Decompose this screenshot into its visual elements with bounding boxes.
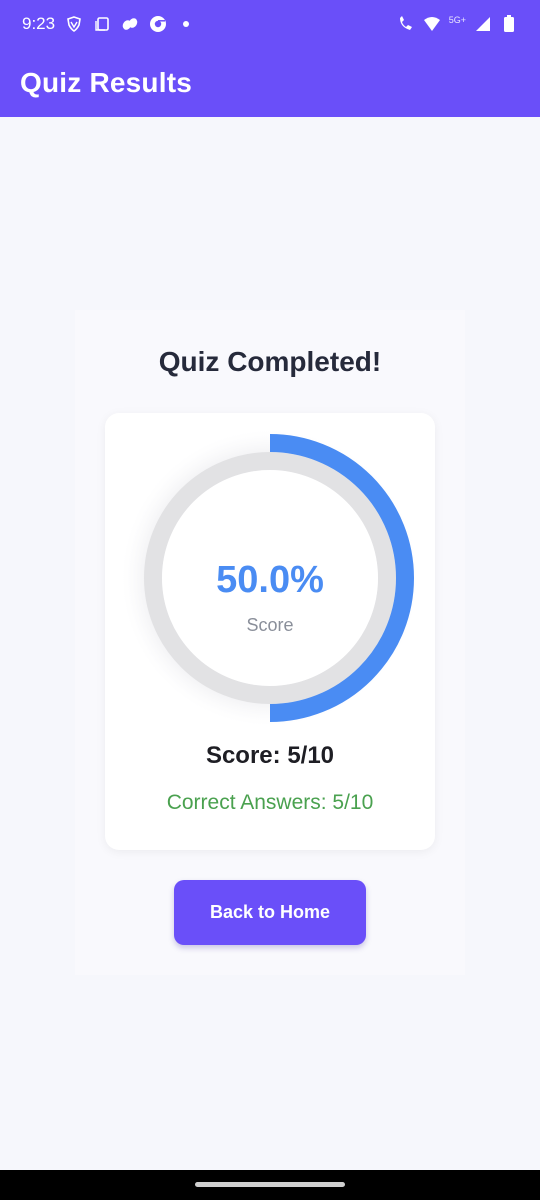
dot-icon bbox=[177, 15, 195, 33]
chrome-icon bbox=[149, 15, 167, 33]
score-percent: 50.0% bbox=[216, 559, 324, 601]
correct-answers-summary: Correct Answers: 5/10 bbox=[166, 791, 374, 814]
score-ring: 50.0% Score bbox=[115, 431, 425, 726]
copy-icon bbox=[93, 15, 111, 33]
wifi-call-icon bbox=[397, 15, 415, 33]
shield-icon bbox=[65, 15, 83, 33]
wifi-icon bbox=[423, 15, 441, 33]
back-to-home-button[interactable]: Back to Home bbox=[174, 880, 366, 945]
quiz-completed-heading: Quiz Completed! bbox=[158, 346, 382, 377]
app-bar: Quiz Results bbox=[0, 48, 540, 117]
result-card: 50.0% Score Score: 5/10 Correct Answers:… bbox=[105, 413, 435, 850]
system-nav-bar bbox=[0, 1170, 540, 1200]
score-caption: Score bbox=[246, 615, 294, 635]
status-left: 9:23 bbox=[22, 14, 195, 34]
battery-icon bbox=[500, 15, 518, 33]
status-right: 5G+ bbox=[397, 15, 518, 33]
cloud-icon bbox=[121, 15, 139, 33]
network-type-label: 5G+ bbox=[448, 15, 466, 25]
score-summary: Score: 5/10 bbox=[205, 742, 335, 769]
status-bar: 9:23 5G+ bbox=[0, 0, 540, 48]
home-gesture-handle[interactable] bbox=[195, 1182, 345, 1187]
results-panel: Quiz Completed! 50.0% Score Score: 5/10 … bbox=[75, 310, 465, 975]
page-title: Quiz Results bbox=[20, 66, 192, 98]
signal-icon bbox=[474, 15, 492, 33]
status-time: 9:23 bbox=[22, 14, 56, 33]
